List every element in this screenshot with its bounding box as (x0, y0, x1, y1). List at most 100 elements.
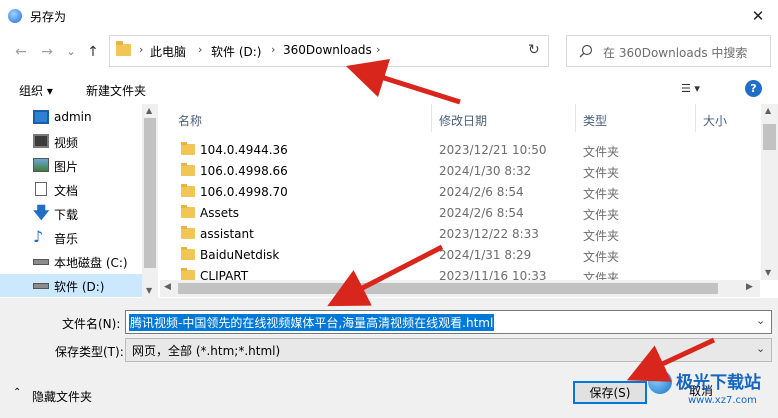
drive-icon (33, 259, 49, 265)
sidebar-item-downloads[interactable]: 🡇 下载 (0, 202, 142, 225)
watermark-logo-icon (648, 370, 672, 394)
file-type: 文件夹 (583, 166, 620, 180)
app-globe-icon (8, 9, 22, 23)
back-arrow-icon[interactable]: ← (12, 43, 30, 61)
file-type: 文件夹 (583, 208, 620, 222)
music-icon: ♪ (33, 227, 44, 246)
sidebar-item-drive-d[interactable]: 软件 (D:) (0, 274, 142, 297)
up-arrow-icon[interactable]: ↑ (84, 43, 102, 61)
chevron-right-icon: › (271, 43, 276, 56)
file-list: ⌃ 名称 修改日期 类型 大小 104.0.4944.36 2023/12/21… (163, 104, 760, 280)
sidebar-item-label: 文档 (54, 184, 79, 198)
sidebar-item-label: 视频 (54, 136, 79, 150)
folder-icon (181, 184, 195, 197)
file-type: 文件夹 (583, 271, 620, 280)
folder-icon (181, 163, 195, 176)
chevron-down-icon[interactable]: ⌄ (756, 314, 765, 327)
toolbar: 组织 ▾ 新建文件夹 ☰ ▾ ? (0, 74, 778, 104)
folder-icon (181, 205, 195, 218)
refresh-icon[interactable]: ↻ (528, 42, 540, 58)
file-row[interactable]: assistant 2023/12/22 8:33 文件夹 (163, 224, 760, 245)
breadcrumb-drive-d[interactable]: 软件 (D:) (211, 43, 261, 60)
column-header-size[interactable]: 大小 (703, 112, 727, 129)
breadcrumb-360downloads[interactable]: 360Downloads (283, 43, 372, 57)
divider (431, 104, 432, 132)
sidebar-item-pictures[interactable]: 图片 (0, 154, 142, 177)
window-title: 另存为 (30, 10, 67, 24)
user-folder-icon (33, 110, 49, 124)
file-row[interactable]: 106.0.4998.66 2024/1/30 8:32 文件夹 (163, 161, 760, 182)
file-name: 106.0.4998.66 (200, 164, 288, 178)
sort-up-icon: ⌃ (299, 104, 307, 111)
file-name: assistant (200, 227, 254, 241)
organize-button[interactable]: 组织 ▾ (19, 82, 53, 99)
sidebar-scrollbar[interactable]: ▲ ▼ (142, 104, 158, 298)
file-name: Assets (200, 206, 240, 220)
scroll-down-icon[interactable]: ▼ (146, 286, 152, 295)
search-input[interactable]: 在 360Downloads 中搜索 (603, 44, 747, 61)
file-name: BaiduNetdisk (200, 248, 280, 262)
file-row[interactable]: 104.0.4944.36 2023/12/21 10:50 文件夹 (163, 140, 760, 161)
column-header-date[interactable]: 修改日期 (439, 112, 487, 129)
document-icon (35, 182, 47, 196)
file-date: 2023/12/21 10:50 (439, 143, 547, 157)
scroll-right-icon[interactable]: ▶ (746, 282, 753, 292)
video-icon (33, 134, 49, 148)
new-folder-button[interactable]: 新建文件夹 (86, 82, 146, 99)
scroll-up-icon[interactable]: ▲ (765, 106, 771, 115)
filename-label: 文件名(N): (62, 317, 121, 331)
folder-icon (116, 41, 131, 56)
file-row[interactable]: BaiduNetdisk 2024/1/31 8:29 文件夹 (163, 245, 760, 266)
view-options-icon[interactable]: ☰ ▾ (681, 82, 700, 95)
search-box[interactable]: 在 360Downloads 中搜索 (566, 35, 771, 67)
scroll-up-icon[interactable]: ▲ (146, 106, 152, 115)
filetype-select-value: 网页，全部 (*.htm;*.html) (132, 344, 281, 358)
scroll-thumb[interactable] (178, 283, 718, 294)
folder-icon (181, 142, 195, 155)
filename-field[interactable]: 腾讯视频-中国领先的在线视频媒体平台,海量高清视频在线观看.html ⌄ (125, 310, 772, 334)
chevron-right-icon: › (198, 43, 203, 56)
scroll-down-icon[interactable]: ▼ (765, 268, 771, 277)
help-icon[interactable]: ? (745, 80, 762, 97)
sidebar-item-videos[interactable]: 视频 (0, 130, 142, 153)
column-header-name[interactable]: 名称 (178, 112, 202, 129)
chevron-down-icon[interactable]: ⌄ (756, 342, 765, 355)
file-row[interactable]: 106.0.4998.70 2024/2/6 8:54 文件夹 (163, 182, 760, 203)
scroll-thumb[interactable] (763, 124, 776, 150)
scroll-left-icon[interactable]: ◀ (164, 282, 171, 292)
file-date: 2024/2/6 8:54 (439, 206, 524, 220)
save-button[interactable]: 保存(S) (573, 381, 647, 404)
filetype-select[interactable]: 网页，全部 (*.htm;*.html) ⌄ (125, 338, 772, 362)
sidebar-item-label: 音乐 (54, 232, 79, 246)
sidebar-item-drive-c[interactable]: 本地磁盘 (C:) (0, 250, 142, 273)
chevron-up-icon[interactable]: ⌃ (13, 387, 21, 398)
scroll-thumb[interactable] (144, 118, 156, 268)
navigation-pane: admin 视频 图片 文档 🡇 下载 ♪ 音乐 本地磁盘 (C:) 软件 (D… (0, 104, 158, 298)
breadcrumb-this-pc[interactable]: 此电脑 (150, 43, 186, 60)
folder-icon (181, 247, 195, 260)
sidebar-item-label: 软件 (D:) (54, 280, 105, 294)
close-button[interactable]: ✕ (745, 4, 771, 28)
file-date: 2024/1/31 8:29 (439, 248, 532, 262)
file-name: 106.0.4998.70 (200, 185, 288, 199)
picture-icon (33, 158, 49, 172)
filename-input-value[interactable]: 腾讯视频-中国领先的在线视频媒体平台,海量高清视频在线观看.html (129, 314, 495, 331)
column-header-type[interactable]: 类型 (583, 112, 607, 129)
address-bar[interactable]: › 此电脑 › 软件 (D:) › 360Downloads › ⌄ ↻ (109, 35, 625, 67)
sidebar-item-documents[interactable]: 文档 (0, 178, 142, 201)
recent-locations-icon[interactable]: ⌄ (62, 43, 80, 61)
search-icon (579, 44, 593, 58)
sidebar-item-music[interactable]: ♪ 音乐 (0, 226, 142, 249)
file-row[interactable]: Assets 2024/2/6 8:54 文件夹 (163, 203, 760, 224)
watermark-text: 极光下载站 (676, 373, 761, 393)
file-list-vertical-scrollbar[interactable]: ▲ ▼ (761, 104, 778, 280)
file-row[interactable]: CLIPART 2023/11/16 10:33 文件夹 (163, 266, 760, 280)
hide-folders-button[interactable]: 隐藏文件夹 (32, 388, 92, 405)
file-type: 文件夹 (583, 229, 620, 243)
sidebar-item-label: admin (54, 110, 92, 124)
sidebar-item-admin[interactable]: admin (0, 106, 142, 129)
file-list-horizontal-scrollbar[interactable]: ◀ ▶ (160, 280, 760, 297)
file-date: 2024/2/6 8:54 (439, 185, 524, 199)
sidebar-item-label: 图片 (54, 160, 79, 174)
forward-arrow-icon[interactable]: → (38, 43, 56, 61)
